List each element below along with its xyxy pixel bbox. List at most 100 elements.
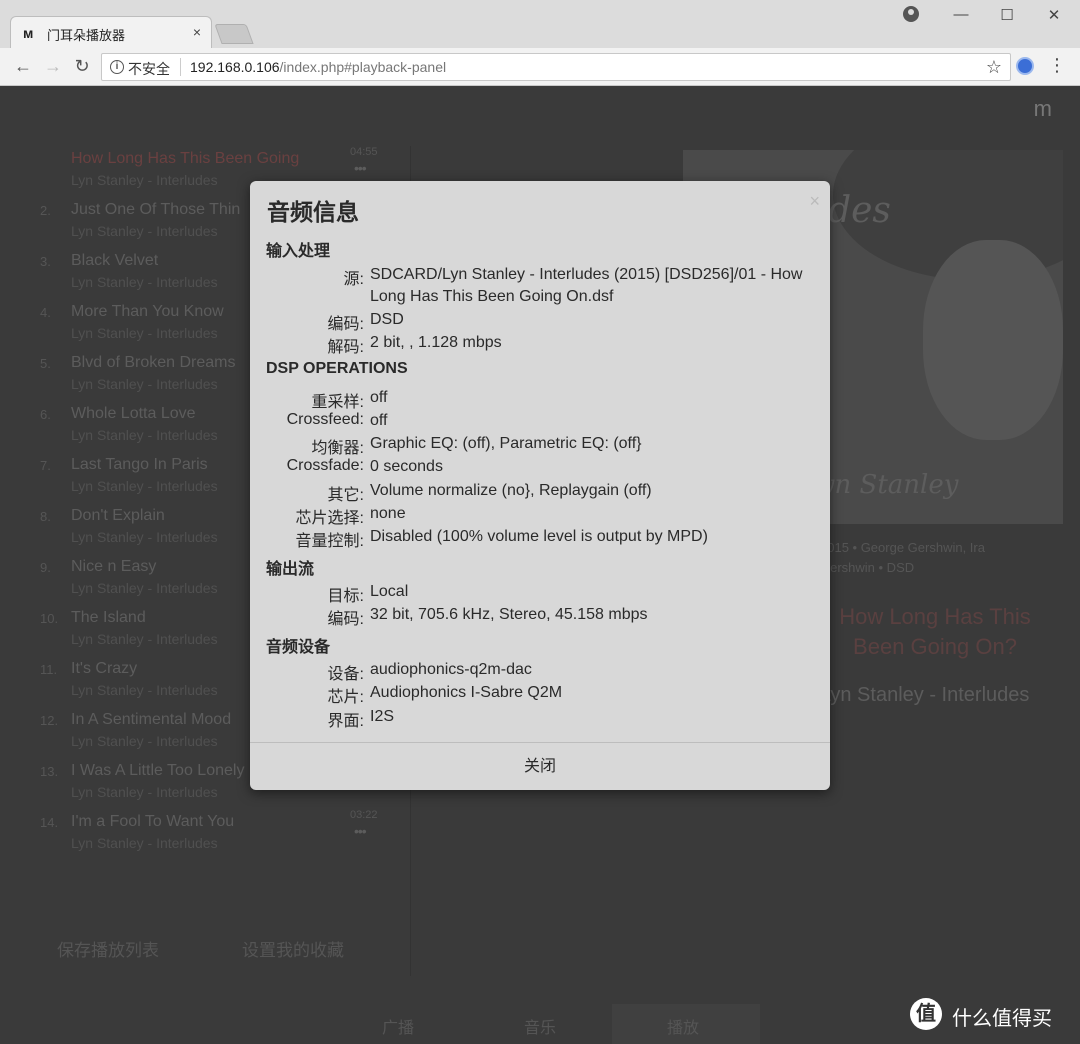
playlist-item-title: Black Velvet [71,252,159,269]
playlist-item-title: Nice n Easy [71,558,157,575]
row-value-source: SDCARD/Lyn Stanley - Interludes (2015) [… [370,266,803,305]
extension-icon[interactable] [1016,57,1034,75]
row-value-resample: off [370,389,388,406]
row-value-decoding: 2 bit, , 1.128 mbps [370,334,502,351]
playlist-item-title: It's Crazy [71,660,138,677]
section-title-dsp: DSP OPERATIONS [266,360,408,377]
forward-arrow-icon[interactable]: → [42,56,64,76]
playlist-item-subtitle: Lyn Stanley - Interludes [71,325,218,341]
audio-info-dialog: 音频信息 × 输入处理 源: SDCARD/Lyn Stanley - Inte… [250,181,830,790]
tab-close-icon[interactable]: × [193,24,201,40]
playlist-item-title: Whole Lotta Love [71,405,196,422]
playlist-item-number: 7. [40,458,51,473]
row-value-crossfeed: off [370,412,388,429]
info-icon[interactable]: i [110,60,124,74]
row-label-decoding: 解码: [327,339,364,356]
now-playing-meta: 2015 • George Gershwin, Ira Gershwin • D… [820,538,985,578]
playlist-item-subtitle: Lyn Stanley - Interludes [71,376,218,392]
now-playing-meta-line-2: Gershwin • DSD [820,560,915,575]
playlist-item-subtitle: Lyn Stanley - Interludes [71,478,218,494]
browser-tabstrip: ᴍ 门耳朵播放器 × — ☐ ✕ [0,0,1080,48]
row-value-chip-select: none [370,505,406,522]
back-arrow-icon[interactable]: ← [12,56,34,76]
save-playlist-button[interactable]: 保存播放列表 [57,936,159,961]
tab-playback[interactable]: 播放 [667,1014,699,1038]
playlist-item-subtitle: Lyn Stanley - Interludes [71,631,218,647]
maximize-icon[interactable]: ☐ [997,6,1017,24]
playlist-item-number: 6. [40,407,51,422]
playlist-item-number: 11. [40,662,58,677]
tab-library[interactable]: 音乐 [524,1014,556,1038]
playlist-item[interactable]: 14. I'm a Fool To Want You Lyn Stanley - I… [30,809,400,859]
playlist-item-number: 12. [40,713,59,728]
row-label-other: 其它: [327,487,364,504]
row-value-equalizer: Graphic EQ: (off), Parametric EQ: (off} [370,435,642,452]
reload-icon[interactable]: ↻ [71,56,93,76]
browser-toolbar: ← → ↻ i 不安全 192.168.0.106/index.php#play… [0,48,1080,86]
playlist-item-subtitle: Lyn Stanley - Interludes [71,784,218,800]
row-label-interface: 界面: [327,713,364,730]
playlist-item-title: The Island [71,609,146,626]
playlist-item-title: I Was A Little Too Lonely [71,762,245,779]
row-value-other: Volume normalize (no}, Replaygain (off) [370,482,652,499]
playlist-item-title: I'm a Fool To Want You [71,813,235,830]
watermark-logo: 值 [910,998,942,1030]
now-playing-artist: Lyn Stanley - Interludes [820,684,1030,706]
section-title-input: 输入处理 [266,243,331,260]
url-separator [180,58,181,76]
row-label-resample: 重采样: [311,394,364,411]
row-value-encoding: DSD [370,311,404,328]
playlist-item-subtitle: Lyn Stanley - Interludes [71,682,218,698]
playlist-item-subtitle: Lyn Stanley - Interludes [71,427,218,443]
playlist-item-title: More Than You Know [71,303,224,320]
row-label-chip: 芯片: [327,689,364,706]
playlist-item-subtitle: Lyn Stanley - Interludes [71,274,218,290]
dialog-close-button[interactable]: 关闭 [250,743,830,790]
browser-menu-icon[interactable]: ⋮ [1048,55,1066,76]
profile-icon[interactable] [903,6,919,22]
row-label-crossfade: Crossfade: [286,457,364,474]
playlist-item-duration: 04:55 [350,146,378,158]
now-playing-title: How Long Has This Been Going On? [839,604,1031,659]
playlist-item-title: Last Tango In Paris [71,456,208,473]
row-label-device: 设备: [327,666,364,683]
more-options-icon[interactable]: ••• [354,823,367,839]
row-label-volume-control: 音量控制: [295,533,364,550]
dialog-title: 音频信息 [267,199,359,225]
more-options-icon[interactable]: ••• [354,160,367,176]
insecure-label[interactable]: 不安全 [128,59,170,79]
bookmark-star-icon[interactable]: ☆ [986,57,1002,78]
playlist-item-title: In A Sentimental Mood [71,711,232,728]
window-close-icon[interactable]: ✕ [1044,6,1064,24]
row-value-chip: Audiophonics I-Sabre Q2M [370,684,563,701]
row-label-target: 目标: [327,588,364,605]
row-label-chip-select: 芯片选择: [295,510,364,527]
playlist-item-subtitle: Lyn Stanley - Interludes [71,529,218,545]
row-label-source: 源: [343,271,364,288]
dialog-close-icon[interactable]: × [809,191,820,212]
playlist-item-duration: 03:22 [350,809,378,821]
new-tab-button[interactable] [214,24,254,44]
tab-title: 门耳朵播放器 [47,28,126,43]
set-favorites-button[interactable]: 设置我的收藏 [242,936,344,961]
browser-tab[interactable]: ᴍ 门耳朵播放器 × [10,16,212,48]
row-label-output-encoding: 编码: [327,611,364,628]
playlist-item-number: 14. [40,815,59,830]
playlist-item-subtitle: Lyn Stanley - Interludes [71,835,218,851]
row-value-target: Local [370,583,409,600]
playlist-item-title: Don't Explain [71,507,165,524]
minimize-icon[interactable]: — [951,6,971,23]
playlist-item-number: 5. [40,356,51,371]
url-text[interactable]: 192.168.0.106/index.php#playback-panel [190,59,446,75]
section-title-device: 音频设备 [266,639,331,656]
row-label-equalizer: 均衡器: [311,440,364,457]
url-host: 192.168.0.106 [190,59,280,75]
playlist-item-subtitle: Lyn Stanley - Interludes [71,580,218,596]
address-bar[interactable]: i 不安全 192.168.0.106/index.php#playback-p… [101,53,1011,81]
section-title-output: 输出流 [266,561,315,578]
tab-radio[interactable]: 广播 [382,1014,414,1038]
watermark-text: 什么值得买 [952,1008,1052,1030]
now-playing-meta-line-1: 2015 • George Gershwin, Ira [820,540,985,555]
url-path: /index.php#playback-panel [279,59,447,75]
playlist-item-subtitle: Lyn Stanley - Interludes [71,223,218,239]
